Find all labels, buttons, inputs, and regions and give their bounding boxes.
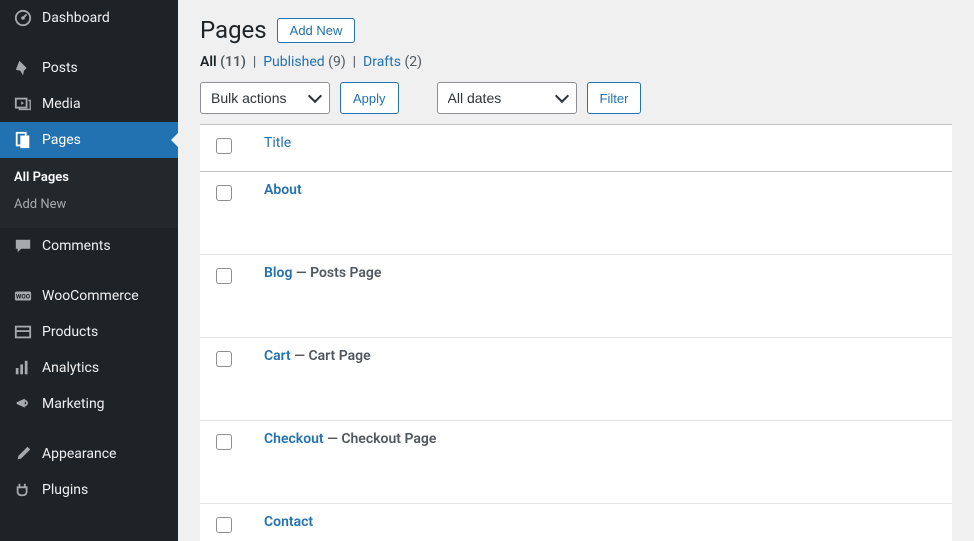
menu-item-analytics[interactable]: Analytics <box>0 350 178 386</box>
svg-text:WOO: WOO <box>16 293 31 301</box>
page-link[interactable]: Blog <box>264 265 292 281</box>
menu-item-dashboard[interactable]: Dashboard <box>0 0 178 36</box>
table-row: Blog — Posts Page <box>200 255 952 338</box>
menu-item-plugins[interactable]: Plugins <box>0 472 178 508</box>
page-link[interactable]: Cart <box>264 348 291 364</box>
apply-button[interactable]: Apply <box>340 82 399 114</box>
menu-item-marketing[interactable]: Marketing <box>0 386 178 422</box>
submenu-all-pages[interactable]: All Pages <box>0 164 178 191</box>
menu-item-posts[interactable]: Posts <box>0 50 178 86</box>
submenu-pages: All Pages Add New <box>0 158 178 228</box>
view-filters: All (11) | Published (9) | Drafts (2) <box>200 54 952 70</box>
plugin-icon <box>12 481 34 499</box>
menu-label: Analytics <box>42 360 99 376</box>
menu-label: Appearance <box>42 446 116 462</box>
table-row: Contact <box>200 504 952 541</box>
filter-button[interactable]: Filter <box>587 82 642 114</box>
menu-label: WooCommerce <box>42 288 139 304</box>
page-state: — Posts Page <box>296 265 382 281</box>
table-row: About <box>200 172 952 255</box>
page-state: — Checkout Page <box>327 431 436 447</box>
row-checkbox[interactable] <box>216 268 232 284</box>
menu-label: Marketing <box>42 396 105 412</box>
brush-icon <box>12 445 34 463</box>
admin-sidebar: Dashboard Posts Media Pages All Pages Ad… <box>0 0 178 541</box>
pages-table: Title AboutBlog — Posts PageCart — Cart … <box>200 124 952 541</box>
row-checkbox[interactable] <box>216 517 232 533</box>
menu-label: Comments <box>42 238 111 254</box>
page-link[interactable]: About <box>264 182 302 198</box>
dashboard-icon <box>12 9 34 27</box>
page-icon <box>12 131 34 149</box>
page-link[interactable]: Checkout <box>264 431 324 447</box>
menu-label: Products <box>42 324 98 340</box>
menu-item-comments[interactable]: Comments <box>0 228 178 264</box>
date-filter-select[interactable]: All dates <box>437 82 577 114</box>
row-checkbox[interactable] <box>216 185 232 201</box>
page-link[interactable]: Contact <box>264 514 313 530</box>
table-row: Cart — Cart Page <box>200 338 952 421</box>
menu-item-woocommerce[interactable]: WOO WooCommerce <box>0 278 178 314</box>
menu-item-products[interactable]: Products <box>0 314 178 350</box>
page-state: — Cart Page <box>294 348 370 364</box>
submenu-add-new[interactable]: Add New <box>0 191 178 218</box>
menu-item-pages[interactable]: Pages <box>0 122 178 158</box>
table-row: Checkout — Checkout Page <box>200 421 952 504</box>
column-title[interactable]: Title <box>264 135 291 151</box>
menu-label: Posts <box>42 60 78 76</box>
add-new-button[interactable]: Add New <box>277 18 356 43</box>
filter-published[interactable]: Published (9) <box>263 54 346 70</box>
menu-item-appearance[interactable]: Appearance <box>0 436 178 472</box>
filter-all[interactable]: All (11) <box>200 54 246 70</box>
menu-label: Media <box>42 96 81 112</box>
analytics-icon <box>12 359 34 377</box>
select-all-checkbox[interactable] <box>216 138 232 154</box>
filter-drafts[interactable]: Drafts (2) <box>363 54 422 70</box>
comment-icon <box>12 237 34 255</box>
menu-item-media[interactable]: Media <box>0 86 178 122</box>
marketing-icon <box>12 395 34 413</box>
pin-icon <box>12 59 34 77</box>
menu-label: Plugins <box>42 482 88 498</box>
page-title: Pages <box>200 16 267 44</box>
media-icon <box>12 95 34 113</box>
woo-icon: WOO <box>12 287 34 305</box>
row-checkbox[interactable] <box>216 434 232 450</box>
products-icon <box>12 323 34 341</box>
bulk-actions-select[interactable]: Bulk actions <box>200 82 330 114</box>
row-checkbox[interactable] <box>216 351 232 367</box>
menu-label: Pages <box>42 132 81 148</box>
main-content: Pages Add New All (11) | Published (9) |… <box>178 0 974 541</box>
menu-label: Dashboard <box>42 10 110 26</box>
